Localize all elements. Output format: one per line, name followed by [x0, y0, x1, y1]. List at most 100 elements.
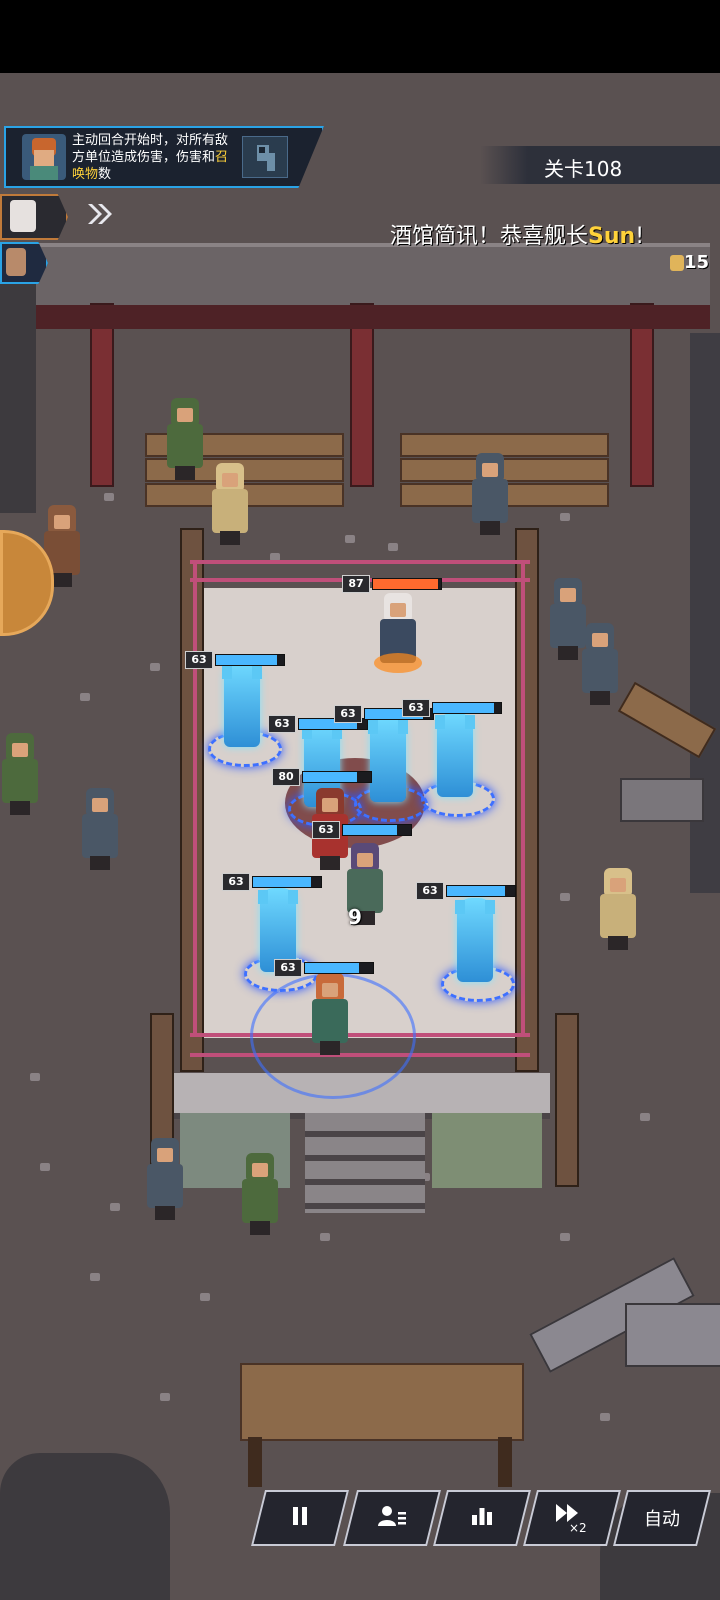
unit-hp-fill [305, 963, 360, 973]
pause-button[interactable] [251, 1490, 349, 1546]
pebble [30, 1073, 40, 1081]
ticker-avatar-icon [670, 255, 684, 271]
spectator-green [165, 398, 205, 480]
damage-number: 9 [348, 905, 362, 929]
summoned-spirit[interactable] [208, 663, 282, 767]
debris-log [620, 778, 704, 822]
pause-icon [290, 1505, 310, 1531]
hero-summoner[interactable] [250, 973, 416, 1099]
boss-hp-fill [373, 579, 438, 589]
pebble [80, 693, 90, 701]
pebble [560, 513, 570, 521]
unit-level: 80 [272, 768, 300, 786]
spectator-grey [470, 453, 510, 535]
unit-hp-bar: 63 [416, 882, 516, 900]
debris-slab [625, 1303, 720, 1367]
level-panel: 关卡108 [480, 146, 720, 184]
pebble [320, 1233, 330, 1241]
unit-hp-bar: 63 [185, 651, 285, 669]
pebble [560, 1233, 570, 1241]
ring-rope [193, 564, 197, 1034]
speed-multiplier: ×2 [569, 1521, 587, 1535]
table-leg [498, 1437, 512, 1487]
boss-level: 87 [342, 575, 370, 593]
summoned-spirit[interactable] [441, 898, 515, 1002]
auto-label: 自动 [644, 1509, 680, 1530]
stats-button[interactable] [433, 1490, 531, 1546]
unit-hp-bar: 80 [272, 768, 372, 786]
unit-hp-bar: 63 [222, 873, 322, 891]
cross-beam [30, 305, 710, 329]
bar-chart-icon [469, 1505, 495, 1531]
skill-text: 数 [98, 167, 112, 182]
pebble [600, 1413, 610, 1421]
support-beam [350, 303, 374, 487]
unit-level: 63 [185, 651, 213, 669]
hero-portrait [22, 134, 66, 180]
boss-enemy[interactable] [374, 593, 422, 683]
pebble [40, 1163, 50, 1171]
party-tab-2[interactable] [0, 242, 48, 284]
table-leg [248, 1437, 262, 1487]
level-label: 关卡108 [544, 157, 623, 181]
unit-hp-fill [303, 772, 358, 782]
party-tab-1[interactable] [0, 194, 68, 240]
skill-description: 主动回合开始时，对所有敌方单位造成伤害，伤害和召唤物数 [72, 132, 236, 183]
ticker-count-value: 15 [684, 252, 710, 273]
pebble [90, 1273, 100, 1281]
unit-hp-fill [253, 877, 311, 887]
ring-post [180, 528, 204, 1072]
support-beam [630, 303, 654, 487]
pebble [150, 663, 160, 671]
unit-hp-fill [343, 825, 398, 835]
unit-level: 63 [402, 699, 430, 717]
summoned-spirit[interactable] [354, 718, 428, 822]
dark-rock [0, 1453, 170, 1600]
unit-hp-bar: 63 [402, 699, 502, 717]
ticker-prefix: 酒馆简讯！恭喜舰长 [390, 224, 589, 248]
unit-hp-fill [433, 703, 495, 713]
ring-rope [521, 564, 525, 1034]
ring-rope [190, 560, 530, 564]
pebble [104, 493, 114, 501]
speed-button[interactable]: ×2 [523, 1490, 621, 1546]
team-list-button[interactable] [343, 1490, 441, 1546]
ticker-tail: ! [635, 224, 645, 248]
unit-level: 63 [274, 959, 302, 977]
unit-hp-fill [216, 655, 278, 665]
summoned-spirit[interactable] [421, 713, 495, 817]
ring-stairs [305, 1113, 425, 1213]
wooden-table [240, 1363, 524, 1441]
unit-level: 63 [416, 882, 444, 900]
spectator-green [0, 733, 40, 815]
unit-level: 63 [334, 705, 362, 723]
unit-hp-bar: 63 [274, 959, 374, 977]
fast-forward-icon: ×2 [555, 1503, 589, 1535]
spectator-grey [80, 788, 120, 870]
double-chevron-right-icon[interactable] [84, 201, 114, 227]
unit-hp-fill [447, 886, 505, 896]
unit-hp-bar: 63 [312, 821, 412, 839]
pebble [640, 1113, 650, 1121]
spectator-beige [210, 463, 250, 545]
news-ticker: 酒馆简讯！恭喜舰长Sun! [390, 218, 720, 248]
wrench-skill-icon [242, 136, 288, 178]
spectator-green [240, 1153, 280, 1235]
spectator-beige [598, 868, 638, 950]
skill-banner[interactable]: 主动回合开始时，对所有敌方单位造成伤害，伤害和召唤物数 [4, 126, 324, 188]
arena-post [555, 1013, 579, 1187]
graffiti-panel [432, 1113, 542, 1188]
unit-level: 63 [312, 821, 340, 839]
pebble [560, 893, 570, 901]
ticker-count: 15 [670, 252, 720, 276]
unit-level: 63 [222, 873, 250, 891]
spectator-grey [145, 1138, 185, 1220]
team-list-icon [377, 1504, 407, 1532]
ticker-name: Sun [588, 224, 636, 248]
pebble [160, 1393, 170, 1401]
ring-post [515, 528, 539, 1072]
auto-battle-button[interactable]: 自动 [613, 1490, 711, 1546]
pebble [110, 1203, 120, 1211]
unit-level: 63 [268, 715, 296, 733]
pebble [200, 1293, 210, 1301]
